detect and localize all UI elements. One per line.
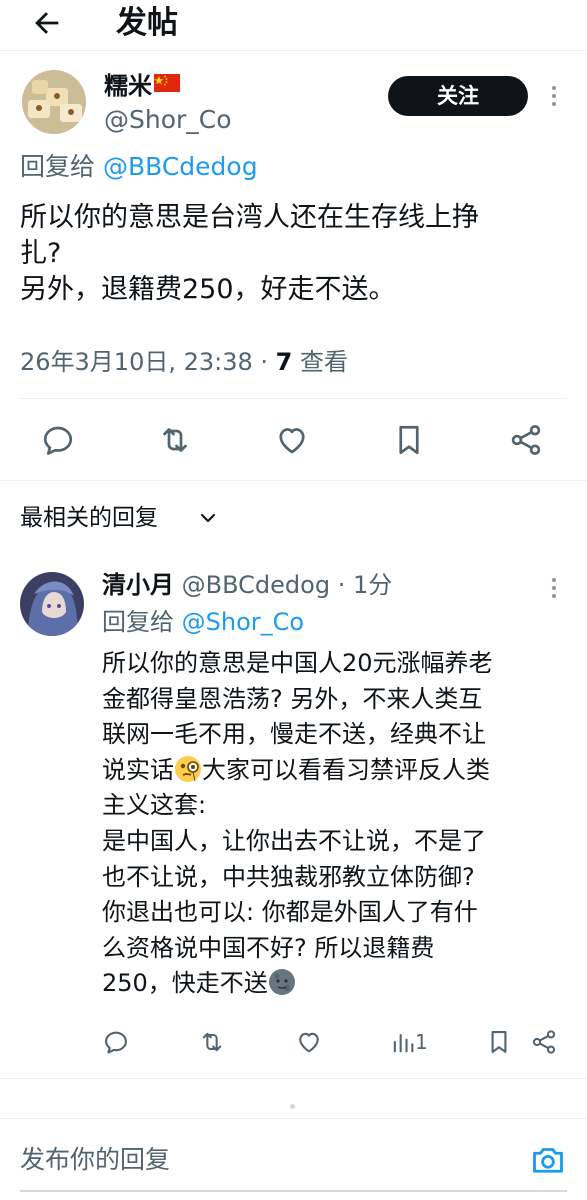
author-handle[interactable]: @Shor_Co — [104, 104, 232, 136]
post-body: 所以你的意思是台湾人还在生存线上挣 扎? 另外，退籍费250，好走不送。 — [20, 200, 560, 308]
reply-to-link[interactable]: @Shor_Co — [182, 608, 304, 636]
reply-body-line: 说实话 大家可以看看习禁评反人类 — [102, 755, 490, 784]
reply-actions — [0, 1026, 587, 1062]
loading-dot — [290, 1104, 295, 1109]
composer-underline — [20, 1190, 567, 1192]
share-icon[interactable] — [508, 422, 544, 458]
reply-header: 清小月 @BBCdedog · 1分 — [102, 568, 392, 602]
reply-body-line: 所以你的意思是中国人20元涨幅养老 — [102, 649, 493, 677]
bookmark-icon[interactable] — [485, 1028, 513, 1056]
post-actions — [0, 418, 587, 462]
reply-icon[interactable] — [102, 1028, 130, 1056]
divider — [0, 1078, 587, 1079]
more-vertical-icon[interactable] — [548, 576, 560, 600]
like-icon[interactable] — [295, 1028, 323, 1056]
reply-body: 所以你的意思是中国人20元涨幅养老 金都得皇恩浩荡? 另外，不来人类互 联网一毛… — [102, 646, 562, 1002]
reply-body-line: 你退出也可以: 你都是外国人了有什 — [102, 898, 478, 927]
post-body-line: 扎? — [20, 238, 62, 269]
post-body-line: 另外，退籍费250，好走不送。 — [20, 274, 396, 305]
reply-author-name[interactable]: 清小月 — [102, 571, 174, 599]
reply-to-link[interactable]: @BBCdedog — [103, 152, 258, 181]
reply-body-line: 么资格说中国不好? 所以退籍费 — [102, 933, 435, 962]
bookmark-icon[interactable] — [391, 422, 427, 458]
camera-icon[interactable] — [530, 1142, 566, 1178]
chevron-down-icon[interactable] — [198, 508, 218, 528]
reply-context: 回复给 @Shor_Co — [102, 608, 305, 636]
avatar[interactable] — [20, 572, 84, 636]
reply-views-count: 1 — [415, 1030, 428, 1054]
reply-icon[interactable] — [40, 422, 76, 458]
post-body-line: 所以你的意思是台湾人还在生存线上挣 — [20, 202, 479, 233]
timestamp: 26年3月10日, 23:38 · — [20, 348, 276, 376]
reply-body-line: 金都得皇恩浩荡? 另外，不来人类互 — [102, 684, 483, 713]
post-meta: 26年3月10日, 23:38 · 7 查看 — [20, 345, 348, 379]
retweet-icon[interactable] — [198, 1028, 226, 1056]
divider — [20, 398, 567, 399]
new-moon-face-emoji-icon — [268, 969, 295, 996]
sort-replies-button[interactable]: 最相关的回复 — [20, 502, 158, 534]
reply-author-handle[interactable]: @BBCdedog — [182, 571, 330, 599]
reply-body-line: 主义这套: — [102, 791, 207, 820]
divider — [0, 1118, 587, 1119]
views-label: 查看 — [292, 348, 348, 376]
reply-composer-input[interactable]: 发布你的回复 — [20, 1140, 500, 1180]
avatar[interactable] — [22, 70, 86, 134]
monocle-face-emoji-icon — [175, 755, 201, 782]
retweet-icon[interactable] — [157, 422, 193, 458]
reply-body-line: 联网一毛不用，慢走不送，经典不让 — [102, 720, 486, 749]
reply-context: 回复给 @BBCdedog — [20, 152, 258, 181]
author-name[interactable]: 糯米 — [104, 72, 180, 100]
top-bar: 发帖 — [0, 0, 587, 50]
china-flag-icon — [154, 74, 180, 92]
reply-body-line: 是中国人，让你出去不让说，不是了 — [102, 826, 486, 855]
reply-time: · 1分 — [330, 571, 393, 599]
like-icon[interactable] — [274, 422, 310, 458]
reply-body-line: 也不让说，中共独裁邪教立体防御? — [102, 862, 475, 891]
divider — [0, 50, 587, 51]
more-vertical-icon[interactable] — [548, 84, 560, 108]
views-icon[interactable] — [389, 1028, 417, 1056]
reply-body-line: 250，快走不送 — [102, 966, 562, 1002]
divider — [0, 480, 587, 481]
views-count: 7 — [275, 348, 293, 376]
share-icon[interactable] — [530, 1028, 558, 1056]
page-title: 发帖 — [116, 5, 178, 41]
arrow-left-icon[interactable] — [30, 6, 64, 40]
follow-button[interactable]: 关注 — [388, 76, 528, 116]
